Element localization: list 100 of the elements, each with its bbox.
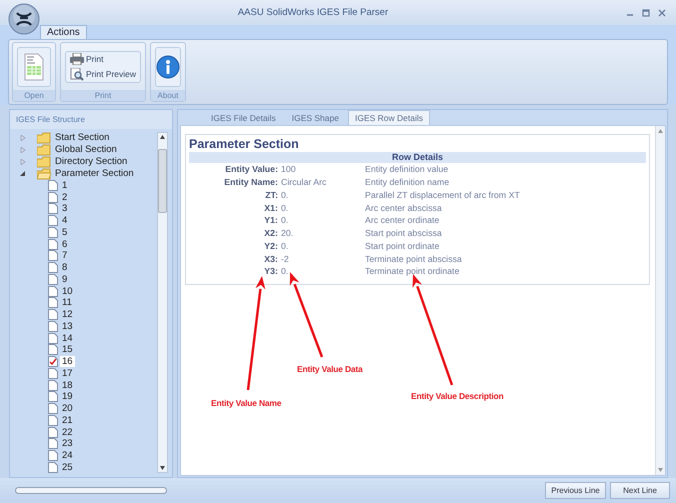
- checked-document-icon: [48, 356, 58, 368]
- field-name: X2:: [263, 228, 278, 238]
- tree-item[interactable]: 16: [60, 356, 75, 368]
- close-icon[interactable]: [658, 8, 666, 16]
- field-value: 100: [280, 164, 297, 174]
- table-header: Row Details: [189, 152, 646, 163]
- folder-icon: [37, 132, 51, 144]
- field-description: Entity definition value: [365, 164, 448, 174]
- tree-item[interactable]: 18: [60, 380, 75, 391]
- document-icon: [48, 462, 58, 473]
- next-line-button[interactable]: Next Line: [610, 482, 670, 499]
- previous-line-button[interactable]: Previous Line: [545, 482, 606, 499]
- tree-item[interactable]: 7: [60, 250, 70, 262]
- folder-icon: [37, 156, 51, 168]
- field-name: X1:: [263, 202, 278, 213]
- tree-item[interactable]: 8: [60, 262, 70, 274]
- tab[interactable]: IGES File Details: [204, 110, 283, 125]
- field-value: -2: [280, 254, 290, 264]
- field-name: Y2:: [263, 240, 278, 251]
- open-button[interactable]: [17, 46, 51, 86]
- tree-item[interactable]: 22: [60, 426, 75, 438]
- document-icon: [48, 238, 58, 250]
- field-name: X3:: [263, 254, 278, 264]
- document-icon: [48, 403, 58, 414]
- field-description: Entity definition name: [365, 177, 450, 188]
- scroll-thumb[interactable]: [158, 149, 167, 213]
- spreadsheet-document-icon: [24, 52, 44, 80]
- tree-item[interactable]: 3: [60, 203, 70, 214]
- tab[interactable]: IGES Row Details: [348, 110, 430, 125]
- expand-icon[interactable]: [20, 146, 26, 153]
- document-icon: [48, 274, 58, 285]
- field-description: Parallel ZT displacement of arc from XT: [365, 190, 520, 200]
- tree-item[interactable]: 21: [60, 414, 75, 426]
- scrollbar[interactable]: [655, 126, 665, 475]
- tab[interactable]: IGES Shape: [284, 110, 346, 125]
- tree-item[interactable]: 19: [60, 391, 75, 402]
- document-icon: [48, 203, 58, 214]
- tree-item[interactable]: Parameter Section: [53, 168, 136, 179]
- group-label: Open: [13, 90, 55, 101]
- tree-item[interactable]: 4: [60, 215, 70, 226]
- field-value: 20.: [280, 228, 294, 238]
- scroll-up-icon: [160, 135, 165, 139]
- ribbon-button[interactable]: Print Preview: [70, 68, 136, 80]
- document-icon: [48, 215, 58, 226]
- scroll-up-icon: [658, 129, 663, 133]
- tree-item[interactable]: 9: [60, 274, 70, 285]
- tree-item[interactable]: 10: [60, 286, 75, 297]
- document-icon: [48, 332, 58, 344]
- field-value: 0.: [280, 215, 290, 226]
- field-name: Entity Name:: [223, 177, 278, 188]
- tree-item[interactable]: Start Section: [53, 132, 112, 144]
- about-button[interactable]: [155, 46, 181, 86]
- tree-item[interactable]: 15: [60, 344, 75, 356]
- document-icon: [48, 438, 58, 450]
- document-icon: [48, 368, 58, 379]
- tree-item[interactable]: 25: [60, 462, 75, 473]
- tree-item[interactable]: Directory Section: [53, 156, 130, 168]
- field-name: Y3:: [263, 266, 278, 276]
- document-icon: [48, 450, 58, 462]
- document-icon: [48, 309, 58, 320]
- collapse-icon[interactable]: [20, 170, 26, 176]
- field-description: Terminate point ordinate: [365, 266, 460, 276]
- tree-item[interactable]: 2: [60, 192, 70, 203]
- tree-item[interactable]: 11: [60, 297, 74, 308]
- panel-title: IGES File Structure: [10, 110, 172, 129]
- info-icon: [156, 54, 180, 78]
- field-value: 0.: [280, 266, 290, 276]
- field-description: Arc center ordinate: [365, 215, 440, 226]
- tree-item[interactable]: Global Section: [53, 144, 119, 156]
- expand-icon[interactable]: [20, 158, 26, 165]
- tree-item[interactable]: 6: [60, 238, 70, 250]
- annotation-label: Entity Value Name: [211, 398, 282, 408]
- tree-item[interactable]: 14: [60, 332, 75, 344]
- document-icon: [48, 262, 58, 274]
- tree-item[interactable]: 5: [60, 226, 70, 238]
- app-orb-icon[interactable]: [8, 3, 40, 35]
- tree-item[interactable]: 24: [60, 450, 75, 462]
- field-name: Entity Value:: [224, 164, 278, 174]
- tree-item[interactable]: 20: [60, 403, 75, 414]
- document-icon: [48, 344, 58, 356]
- tree-item[interactable]: 17: [60, 368, 75, 379]
- document-icon: [48, 250, 58, 262]
- tree-item[interactable]: 13: [60, 320, 75, 332]
- tree-item[interactable]: 23: [60, 438, 75, 450]
- scrollbar[interactable]: [157, 132, 168, 473]
- document-icon: [48, 380, 58, 391]
- scroll-down-icon: [658, 468, 663, 472]
- ribbon-tab[interactable]: Actions: [40, 25, 87, 39]
- field-value: 0.: [280, 240, 290, 251]
- document-icon: [48, 226, 58, 238]
- expand-icon[interactable]: [20, 134, 26, 141]
- annotation-label: Entity Value Description: [411, 391, 504, 401]
- field-description: Start point abscissa: [365, 228, 442, 238]
- maximize-icon[interactable]: [642, 8, 650, 16]
- tree-item[interactable]: 12: [60, 309, 75, 320]
- tree-item[interactable]: 1: [60, 180, 70, 191]
- ribbon-button[interactable]: Print: [70, 52, 136, 64]
- document-icon: [48, 192, 58, 203]
- document-icon: [48, 180, 58, 191]
- field-value: Circular Arc: [280, 177, 328, 188]
